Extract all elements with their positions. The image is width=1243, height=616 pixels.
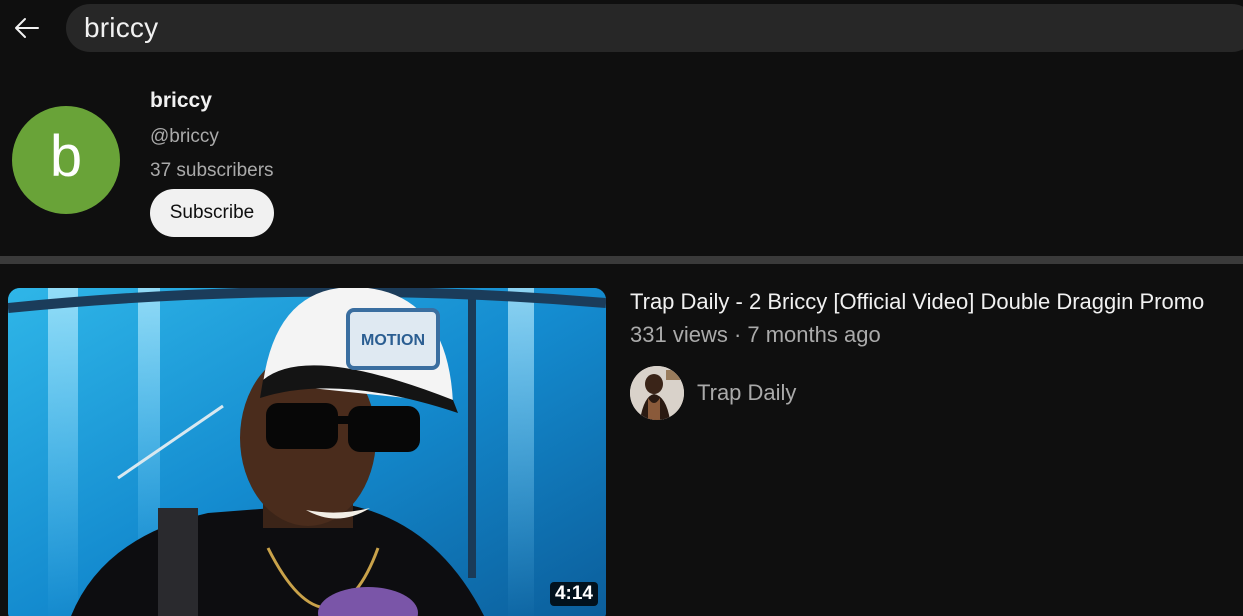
- subscribe-button[interactable]: Subscribe: [150, 189, 274, 237]
- thumbnail-image: MOTION: [8, 288, 606, 616]
- svg-text:MOTION: MOTION: [361, 332, 425, 349]
- channel-handle: @briccy: [150, 126, 219, 147]
- search-query-text: briccy: [84, 12, 159, 43]
- avatar-letter: b: [49, 124, 83, 189]
- search-input[interactable]: briccy: [66, 4, 1243, 52]
- subscriber-count: 37 subscribers: [150, 160, 274, 181]
- video-channel-link[interactable]: Trap Daily: [630, 366, 796, 420]
- video-channel-name[interactable]: Trap Daily: [697, 380, 796, 406]
- channel-avatar[interactable]: b: [12, 106, 120, 214]
- search-header: briccy: [0, 0, 1243, 56]
- video-duration: 4:14: [549, 582, 598, 606]
- arrow-left-icon: [15, 18, 39, 38]
- video-title[interactable]: Trap Daily - 2 Briccy [Official Video] D…: [630, 289, 1204, 315]
- section-divider: [0, 256, 1243, 264]
- video-channel-avatar[interactable]: [630, 366, 684, 420]
- back-button[interactable]: [6, 8, 46, 48]
- video-metadata: 331 views · 7 months ago: [630, 322, 881, 347]
- channel-avatar-image: [630, 366, 684, 420]
- channel-result[interactable]: b briccy @briccy 37 subscribers Subscrib…: [0, 56, 1243, 256]
- youtube-search-page: briccy b briccy @briccy 37 subscribers S…: [0, 0, 1243, 616]
- channel-name[interactable]: briccy: [150, 89, 212, 113]
- video-thumbnail[interactable]: MOTION 4:14: [8, 288, 606, 616]
- video-result[interactable]: MOTION 4:14 Trap Daily - 2 Briccy [Offic…: [0, 288, 1243, 616]
